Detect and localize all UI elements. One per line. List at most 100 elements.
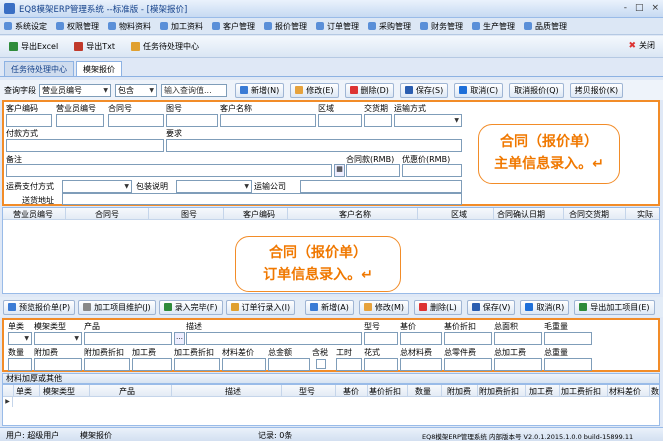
menu-purchase[interactable]: 采购管理: [368, 21, 411, 32]
drawing-no-field[interactable]: [166, 114, 218, 127]
contract-no-field[interactable]: [108, 114, 164, 127]
col-model[interactable]: 型号: [299, 386, 315, 397]
col-drawing-no[interactable]: 图号: [181, 209, 197, 220]
col-material-diff[interactable]: 材料差价: [609, 386, 641, 397]
col-process-discount[interactable]: 加工费折扣: [561, 386, 601, 397]
packing-select[interactable]: ▼: [176, 180, 252, 193]
search-input[interactable]: 输入查询值...: [161, 83, 227, 97]
lookup-icon[interactable]: …: [174, 332, 185, 345]
search-op-select[interactable]: 包含 ▼: [115, 83, 157, 97]
delivery-date-field[interactable]: [364, 114, 392, 127]
gross-weight-field[interactable]: [544, 332, 592, 345]
menu-customer[interactable]: 客户管理: [212, 21, 255, 32]
total-material-field[interactable]: [400, 358, 442, 371]
menu-quote[interactable]: 报价管理: [264, 21, 307, 32]
remark-field[interactable]: [6, 164, 332, 177]
export-txt-button[interactable]: 导出Txt: [69, 38, 120, 56]
process-discount-field[interactable]: [174, 358, 220, 371]
total-amount-field[interactable]: [268, 358, 310, 371]
order-line-grid[interactable]: 单类 模架类型 产品 描述 型号 基价 基价折扣 数量 附加费 附加费折扣 加工…: [2, 384, 660, 426]
pattern-field[interactable]: [364, 358, 398, 371]
total-process-field[interactable]: [494, 358, 542, 371]
transport-company-field[interactable]: [300, 180, 462, 193]
col-surcharge-discount[interactable]: 附加费折扣: [479, 386, 519, 397]
base-discount-field[interactable]: [444, 332, 492, 345]
col-actual[interactable]: 实际: [637, 209, 653, 220]
mold-type-select[interactable]: ▼: [34, 332, 82, 345]
unit-select[interactable]: ▼: [8, 332, 32, 345]
process-maint-button[interactable]: 加工项目维护(J): [78, 299, 156, 315]
maximize-button[interactable]: □: [635, 3, 644, 13]
process-fee-field[interactable]: [132, 358, 172, 371]
region-field[interactable]: [318, 114, 362, 127]
col-unit[interactable]: 单类: [16, 386, 32, 397]
copy-quote-button[interactable]: 拷贝报价(K): [569, 82, 624, 98]
entry-done-button[interactable]: 录入完毕(F): [158, 299, 223, 315]
preview-quote-button[interactable]: 预览报价单(P): [3, 299, 76, 315]
work-time-field[interactable]: [336, 358, 362, 371]
model-field[interactable]: [364, 332, 398, 345]
freight-payment-select[interactable]: ▼: [62, 180, 132, 193]
cancel-line-button[interactable]: 取消(R): [520, 299, 570, 315]
cancel-quote-button[interactable]: 取消报价(Q): [509, 82, 564, 98]
col-customer-code[interactable]: 客户编码: [243, 209, 275, 220]
col-product[interactable]: 产品: [119, 386, 135, 397]
search-field-select[interactable]: 营业员编号 ▼: [39, 83, 111, 97]
delete-button[interactable]: 删除(D): [344, 82, 394, 98]
product-field[interactable]: [84, 332, 172, 345]
col-sales-no[interactable]: 营业员编号: [13, 209, 53, 220]
quantity-field[interactable]: [8, 358, 32, 371]
close-window-button[interactable]: ×: [651, 3, 659, 13]
col-confirm-date[interactable]: 合同确认日期: [497, 209, 545, 220]
edit-button[interactable]: 修改(E): [290, 82, 339, 98]
customer-name-field[interactable]: [220, 114, 316, 127]
requirement-field[interactable]: [166, 139, 462, 152]
save-line-button[interactable]: 保存(V): [466, 299, 516, 315]
col-contract-no[interactable]: 合同号: [95, 209, 119, 220]
close-button[interactable]: ✖ 关闭: [628, 40, 655, 51]
col-base-price[interactable]: 基价: [343, 386, 359, 397]
col-delivery-date[interactable]: 合同交货期: [569, 209, 609, 220]
total-parts-field[interactable]: [444, 358, 492, 371]
col-surcharge[interactable]: 附加费: [447, 386, 471, 397]
material-diff-field[interactable]: [222, 358, 266, 371]
menu-material[interactable]: 物料资料: [108, 21, 151, 32]
tab-mold-quote[interactable]: 模架报价: [76, 61, 122, 76]
total-area-field[interactable]: [494, 332, 542, 345]
menu-order[interactable]: 订单管理: [316, 21, 359, 32]
export-excel-button[interactable]: 导出Excel: [4, 38, 63, 56]
cancel-button[interactable]: 取消(C): [454, 82, 504, 98]
export-process-button[interactable]: 导出加工项目(E): [574, 299, 655, 315]
menu-process[interactable]: 加工资料: [160, 21, 203, 32]
col-base-discount[interactable]: 基价折扣: [369, 386, 401, 397]
contract-amount-field[interactable]: [346, 164, 400, 177]
edit-line-button[interactable]: 修改(M): [358, 299, 410, 315]
customer-code-field[interactable]: [6, 114, 52, 127]
surcharge-discount-field[interactable]: [84, 358, 130, 371]
col-customer-name[interactable]: 客户名称: [339, 209, 371, 220]
col-region[interactable]: 区域: [451, 209, 467, 220]
sales-no-field[interactable]: [56, 114, 104, 127]
total-weight-field[interactable]: [544, 358, 592, 371]
col-more[interactable]: 数: [651, 386, 659, 397]
menu-quality[interactable]: 品质管理: [524, 21, 567, 32]
col-process-fee[interactable]: 加工费: [529, 386, 553, 397]
description-field[interactable]: [186, 332, 362, 345]
col-quantity[interactable]: 数量: [415, 386, 431, 397]
col-description[interactable]: 描述: [225, 386, 241, 397]
delete-line-button[interactable]: 删除(L): [414, 299, 462, 315]
surcharge-field[interactable]: [34, 358, 82, 371]
add-line-button[interactable]: 新增(A): [305, 299, 354, 315]
calendar-icon[interactable]: ▦: [334, 164, 345, 177]
save-button[interactable]: 保存(S): [399, 82, 449, 98]
tax-checkbox[interactable]: [316, 359, 326, 369]
tab-task-center[interactable]: 任务待处理中心: [4, 61, 74, 76]
minimize-button[interactable]: -: [624, 3, 627, 13]
menu-finance[interactable]: 财务管理: [420, 21, 463, 32]
menu-system[interactable]: 系统设定: [4, 21, 47, 32]
col-mold-type[interactable]: 模架类型: [43, 386, 75, 397]
payment-method-field[interactable]: [6, 139, 164, 152]
menu-production[interactable]: 生产管理: [472, 21, 515, 32]
order-entry-button[interactable]: 订单行录入(I): [225, 299, 296, 315]
discount-price-field[interactable]: [402, 164, 462, 177]
